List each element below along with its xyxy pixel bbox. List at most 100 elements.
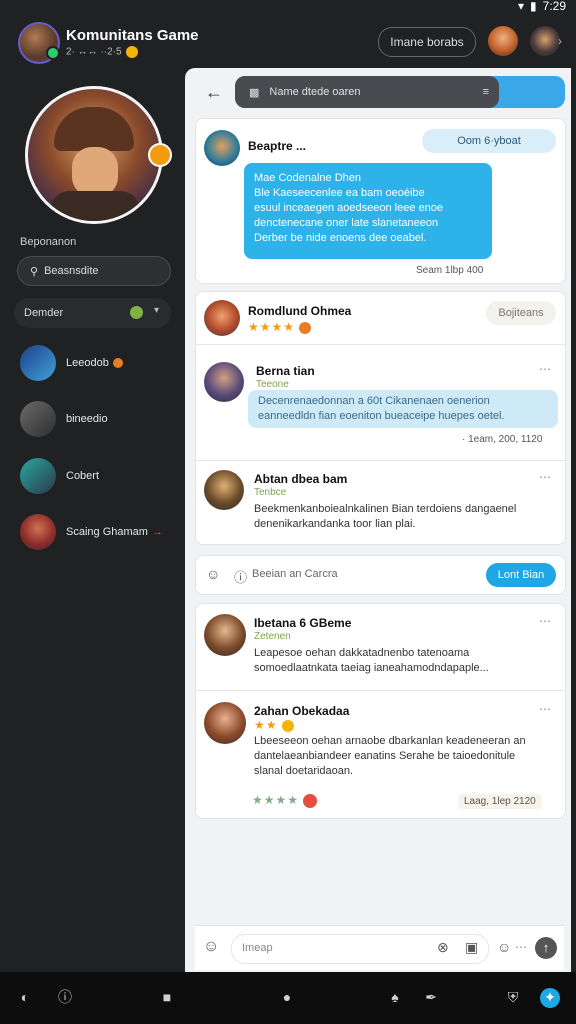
reply-time: · 1eam, 200, 1120 bbox=[462, 434, 543, 445]
sidebar-item-label: Scaing Ghamam bbox=[66, 526, 148, 538]
emoji-icon[interactable]: ☺ bbox=[206, 566, 220, 582]
arrow-icon: → bbox=[151, 526, 163, 538]
status-time: 7:29 bbox=[542, 0, 566, 13]
more-icon[interactable]: ⋯ bbox=[539, 702, 551, 716]
send-icon[interactable]: ↑ bbox=[535, 937, 557, 959]
post-author: Romdlund Ohmea bbox=[248, 304, 352, 318]
text-line: Beekmenkanboiealnkalinen Bian terdoiens … bbox=[254, 503, 517, 515]
text-line: slanal doetaridaoan. bbox=[254, 765, 354, 777]
avatar[interactable] bbox=[204, 130, 240, 166]
reply2-text: Beekmenkanboiealnkalinen Bian terdoiens … bbox=[254, 502, 559, 532]
page-title: Komunitans Game bbox=[66, 27, 199, 44]
message-input-field[interactable]: Imeap bbox=[231, 934, 489, 964]
sidebar-section-label: Beponanon bbox=[20, 236, 77, 248]
info-icon[interactable]: ⓘ bbox=[56, 988, 74, 1006]
message-time: Seam 1lbp 400 bbox=[416, 265, 484, 276]
attach-icon[interactable]: ⓘ bbox=[234, 567, 247, 586]
composer-send-button[interactable]: Lont Bian bbox=[486, 563, 556, 587]
avatar[interactable] bbox=[204, 300, 240, 336]
bubble-line: Derber be nide enoens dee oeabel. bbox=[254, 232, 427, 244]
page-subtitle: 2· ↔↔ ··2·5 bbox=[66, 46, 138, 58]
wifi-icon: ▾ bbox=[518, 0, 525, 13]
profile-badge-icon bbox=[148, 143, 172, 167]
menu-icon[interactable]: ≡ bbox=[483, 86, 489, 98]
more-icon[interactable]: ⋯ bbox=[539, 614, 551, 628]
bubble-line: esuul inceaegen aoedseeon leee enoe bbox=[254, 202, 443, 214]
bubble-line: Decenrenaedonnan a 60t Cikanenaen oeneri… bbox=[258, 395, 490, 407]
emoji-icon bbox=[299, 321, 312, 334]
home-icon[interactable]: ◐ bbox=[16, 988, 34, 1006]
sidebar-item-label: bineedio bbox=[66, 413, 108, 425]
composer-bar: ☺ ⓘ Beeian an Carcra Lont Bian bbox=[195, 555, 566, 595]
user-avatar[interactable] bbox=[488, 26, 518, 56]
bubble-line: Mae Codenalne Dhen bbox=[254, 172, 362, 184]
sidebar-item[interactable]: Cobert bbox=[20, 456, 180, 496]
chevron-down-icon: ▾ bbox=[153, 305, 159, 316]
thread-text: Leapesoe oehan dakkatadnenbo tatenoama s… bbox=[254, 646, 559, 676]
chevron-right-icon[interactable]: › bbox=[558, 34, 562, 48]
message-card: Beaptre ... Oom 6·yboat Mae Codenalne Dh… bbox=[195, 118, 566, 284]
message-author: Beaptre ... bbox=[248, 139, 307, 153]
text-line: Lbeeseeon oehan arnaobe dbarkanlan keade… bbox=[254, 735, 526, 747]
profile-avatar[interactable] bbox=[25, 86, 163, 224]
bubble-line: eanneedldn fian eoeniton bueaceipe huepe… bbox=[258, 410, 505, 422]
composer-input[interactable]: Beeian an Carcra bbox=[252, 568, 338, 580]
reply-subtitle: Teeone bbox=[256, 379, 289, 390]
divider bbox=[196, 460, 565, 461]
sidebar-search-label: Beasnsdite bbox=[44, 265, 99, 277]
discover-icon[interactable]: ✦ bbox=[540, 988, 560, 1008]
more-icon[interactable]: ⋯ bbox=[539, 470, 551, 484]
emoji-icon bbox=[281, 719, 294, 732]
header-button[interactable]: Imane borabs bbox=[378, 27, 476, 57]
emoji-icon[interactable]: ☺ bbox=[497, 939, 511, 955]
message-input[interactable]: Imeap bbox=[242, 942, 273, 954]
user-avatar[interactable] bbox=[530, 26, 560, 56]
close-icon[interactable]: ⊗ bbox=[437, 939, 449, 956]
emoji-icon bbox=[125, 46, 138, 58]
search-bar[interactable]: ▩ Name dtede oaren ≡ bbox=[235, 76, 565, 108]
edit-icon[interactable]: ✒ bbox=[422, 988, 440, 1006]
rating-stars: ★★★★ bbox=[252, 793, 318, 808]
group-icon[interactable]: ♠ bbox=[386, 988, 404, 1006]
avatar[interactable] bbox=[204, 362, 244, 402]
text-line: somoedlaatnkata taeiag ianeahamodndapapl… bbox=[254, 662, 489, 674]
reply-author: Berna tian bbox=[256, 364, 315, 378]
avatar[interactable] bbox=[204, 702, 246, 744]
sidebar-item[interactable]: Scaing Ghamam → bbox=[20, 512, 180, 552]
sidebar-item[interactable]: bineedio bbox=[20, 399, 180, 439]
bubble-line: Ble Kaeseecenlee ea bam oeoéibe bbox=[254, 187, 425, 199]
avatar bbox=[20, 514, 56, 550]
search-input[interactable]: Name dtede oaren bbox=[269, 86, 360, 98]
sidebar-search[interactable]: ⚲ Beasnsdite bbox=[17, 256, 171, 286]
avatar bbox=[20, 345, 56, 381]
sidebar-item[interactable]: Leeodob bbox=[20, 343, 180, 383]
thread-subtitle: Zetenen bbox=[254, 631, 291, 642]
image-icon[interactable]: ▣ bbox=[465, 939, 478, 956]
emoji-icon bbox=[303, 793, 318, 808]
back-arrow-icon[interactable]: ← bbox=[205, 82, 225, 102]
sidebar-item-label: Leeodob bbox=[66, 357, 109, 369]
more-icon[interactable]: ⋯ bbox=[539, 362, 551, 376]
more-icon[interactable]: ⋯ bbox=[515, 940, 527, 954]
sidebar-select[interactable]: Demder ▾ bbox=[14, 298, 171, 328]
online-dot bbox=[46, 46, 60, 60]
emoji-icon[interactable]: ☺ bbox=[203, 938, 219, 956]
thread-time: Laag, 1lеp 2120 bbox=[458, 794, 542, 809]
message-pill[interactable]: Oom 6·yboat bbox=[422, 129, 556, 153]
post-card: Romdlund Ohmea ★★★★ Bojiteans Berna tian… bbox=[195, 291, 566, 545]
shield-icon[interactable]: ⛨ bbox=[504, 988, 522, 1006]
circle-icon[interactable]: ● bbox=[278, 988, 296, 1006]
reply2-subtitle: Tenbce bbox=[254, 487, 287, 498]
community-avatar[interactable] bbox=[18, 22, 60, 64]
battery-icon: ▮ bbox=[530, 0, 537, 13]
avatar[interactable] bbox=[204, 470, 244, 510]
badge-icon bbox=[112, 358, 123, 368]
post-action-button[interactable]: Bojiteans bbox=[486, 301, 556, 325]
square-icon[interactable]: ■ bbox=[158, 988, 176, 1006]
sidebar-item-label: Cobert bbox=[66, 470, 100, 482]
divider bbox=[196, 344, 565, 345]
thread-author: 2ahan Obekadaa bbox=[254, 704, 350, 718]
status-dot-icon bbox=[130, 306, 143, 319]
avatar[interactable] bbox=[204, 614, 246, 656]
sidebar-select-value: Demder bbox=[24, 307, 64, 319]
